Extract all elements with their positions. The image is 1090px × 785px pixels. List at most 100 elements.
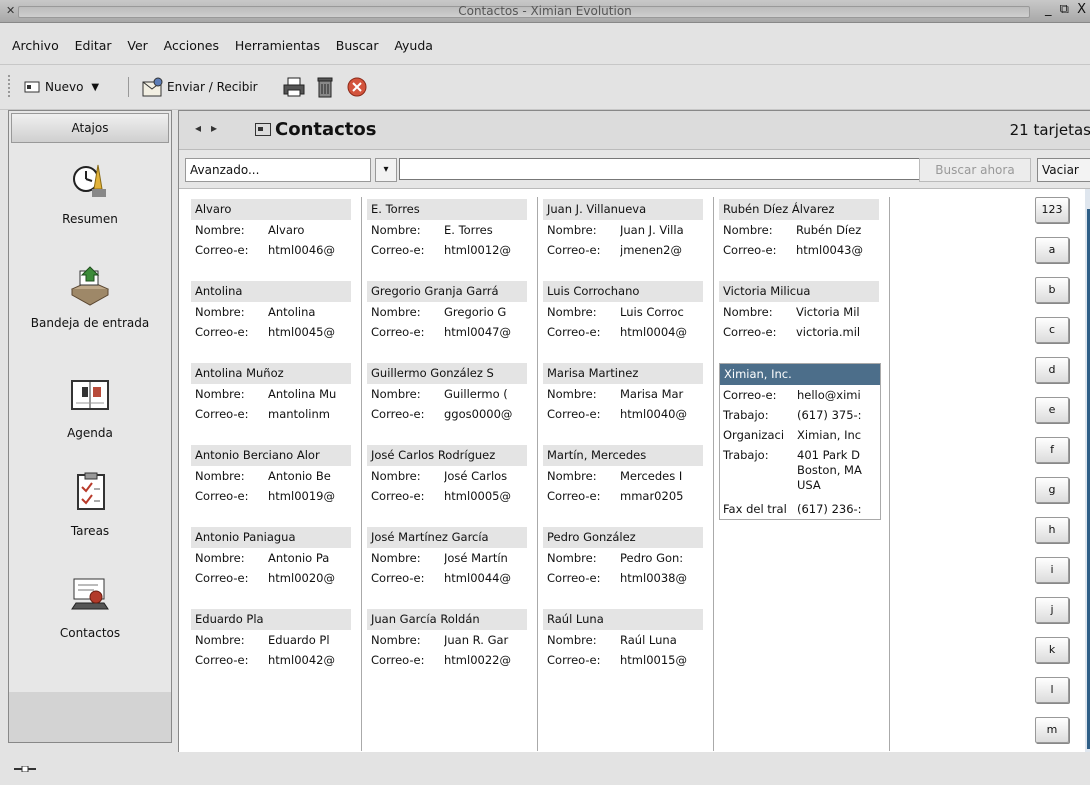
letter-button-k[interactable]: k bbox=[1035, 637, 1069, 663]
contact-card[interactable]: Raúl Luna Nombre: Raúl Luna Correo-e: html00… bbox=[543, 609, 703, 670]
card-title[interactable]: Antolina bbox=[191, 281, 351, 302]
contact-card[interactable]: Eduardo Pla Nombre: Eduardo Pl Correo-e: htm… bbox=[191, 609, 351, 670]
menu-archivo[interactable]: Archivo bbox=[12, 38, 59, 53]
card-title[interactable]: Luis Corrochano bbox=[543, 281, 703, 302]
card-title[interactable]: José Martínez García bbox=[367, 527, 527, 548]
column-divider[interactable] bbox=[889, 197, 890, 751]
contact-card[interactable]: Luis Corrochano Nombre: Luis Corroc Correo-… bbox=[543, 281, 703, 342]
search-mode-select[interactable]: Avanzado... bbox=[185, 158, 371, 182]
email-value[interactable]: html0042@ bbox=[268, 650, 351, 670]
letter-button-b[interactable]: b bbox=[1035, 277, 1069, 303]
letter-button-a[interactable]: a bbox=[1035, 237, 1069, 263]
sidebar-item-resumen[interactable]: Resumen bbox=[9, 159, 171, 226]
search-now-button[interactable]: Buscar ahora bbox=[919, 158, 1031, 182]
card-title[interactable]: Ximian, Inc. bbox=[720, 364, 880, 385]
email-value[interactable]: html0005@ bbox=[444, 486, 527, 506]
email-value[interactable]: html0047@ bbox=[444, 322, 527, 342]
contact-card[interactable]: Pedro González Nombre: Pedro Gon: Correo-e:… bbox=[543, 527, 703, 588]
toolbar-grip[interactable] bbox=[8, 75, 14, 97]
contact-card[interactable]: Victoria Milicua Nombre: Victoria Mil Corre… bbox=[719, 281, 879, 342]
card-list[interactable]: Alvaro Nombre: Alvaro Correo-e: html0046@ Ant… bbox=[179, 189, 1031, 753]
letter-button-j[interactable]: j bbox=[1035, 597, 1069, 623]
email-value[interactable]: html0043@ bbox=[796, 240, 879, 260]
search-input[interactable] bbox=[399, 158, 921, 180]
card-title[interactable]: Guillermo González S bbox=[367, 363, 527, 384]
email-value[interactable]: html0046@ bbox=[268, 240, 351, 260]
contact-card[interactable]: Marisa Martinez Nombre: Marisa Mar Correo-e… bbox=[543, 363, 703, 424]
search-options-button[interactable]: ▾ bbox=[375, 158, 397, 182]
card-title[interactable]: Antonio Paniagua bbox=[191, 527, 351, 548]
menu-ver[interactable]: Ver bbox=[127, 38, 147, 53]
email-value[interactable]: html0040@ bbox=[620, 404, 703, 424]
contact-card[interactable]: José Carlos Rodríguez Nombre: José Carlos C… bbox=[367, 445, 527, 506]
card-title[interactable]: Martín, Mercedes bbox=[543, 445, 703, 466]
contact-card[interactable]: Juan J. Villanueva Nombre: Juan J. Villa Co… bbox=[543, 199, 703, 260]
email-value[interactable]: html0022@ bbox=[444, 650, 527, 670]
menu-herramientas[interactable]: Herramientas bbox=[235, 38, 320, 53]
sidebar-item-inbox[interactable]: Bandeja de entrada bbox=[9, 263, 171, 330]
stop-button[interactable] bbox=[346, 75, 368, 99]
card-title[interactable]: Juan J. Villanueva bbox=[543, 199, 703, 220]
contact-card[interactable]: Guillermo González S Nombre: Guillermo (Co… bbox=[367, 363, 527, 424]
card-title[interactable]: Rubén Díez Álvarez bbox=[719, 199, 879, 220]
contact-card-selected[interactable]: Ximian, Inc. Correo-e: hello@ximi Trabajo: (… bbox=[719, 363, 881, 520]
email-value[interactable]: html0045@ bbox=[268, 322, 351, 342]
contact-card[interactable]: Antolina Nombre: Antolina Correo-e: html0045… bbox=[191, 281, 351, 342]
letter-button-c[interactable]: c bbox=[1035, 317, 1069, 343]
contact-card[interactable]: Juan García Roldán Nombre: Juan R. Gar Corr… bbox=[367, 609, 527, 670]
letter-button-e[interactable]: e bbox=[1035, 397, 1069, 423]
new-button[interactable]: Nuevo ▼ bbox=[24, 75, 99, 99]
delete-button[interactable] bbox=[314, 75, 336, 99]
contact-card[interactable]: Alvaro Nombre: Alvaro Correo-e: html0046@ bbox=[191, 199, 351, 260]
email-value[interactable]: html0038@ bbox=[620, 568, 703, 588]
email-value[interactable]: jmenen2@ bbox=[620, 240, 703, 260]
window-controls[interactable]: _ ⧉ X bbox=[1045, 2, 1088, 17]
contact-card[interactable]: Antolina Muñoz Nombre: Antolina Mu Correo-e… bbox=[191, 363, 351, 424]
email-value[interactable]: html0044@ bbox=[444, 568, 527, 588]
contact-card[interactable]: Rubén Díez Álvarez Nombre: Rubén Díez Corre… bbox=[719, 199, 879, 260]
sidebar-item-tareas[interactable]: Tareas bbox=[9, 471, 171, 538]
card-title[interactable]: Juan García Roldán bbox=[367, 609, 527, 630]
scrollbar[interactable] bbox=[1085, 189, 1090, 753]
email-value[interactable]: hello@ximi bbox=[797, 385, 877, 405]
card-title[interactable]: Pedro González bbox=[543, 527, 703, 548]
card-title[interactable]: Antonio Berciano Alor bbox=[191, 445, 351, 466]
contact-card[interactable]: Antonio Paniagua Nombre: Antonio Pa Correo-… bbox=[191, 527, 351, 588]
email-value[interactable]: ggos0000@ bbox=[444, 404, 527, 424]
clear-button[interactable]: Vaciar bbox=[1037, 158, 1090, 182]
menu-editar[interactable]: Editar bbox=[75, 38, 112, 53]
email-value[interactable]: mantolinm bbox=[268, 404, 351, 424]
menu-buscar[interactable]: Buscar bbox=[336, 38, 379, 53]
contact-card[interactable]: E. Torres Nombre: E. Torres Correo-e: html00… bbox=[367, 199, 527, 260]
card-title[interactable]: Marisa Martinez bbox=[543, 363, 703, 384]
email-value[interactable]: html0004@ bbox=[620, 322, 703, 342]
chevron-down-icon[interactable]: ▼ bbox=[91, 82, 99, 93]
card-title[interactable]: Alvaro bbox=[191, 199, 351, 220]
letter-button-m[interactable]: m bbox=[1035, 717, 1069, 743]
letter-button-i[interactable]: i bbox=[1035, 557, 1069, 583]
card-title[interactable]: José Carlos Rodríguez bbox=[367, 445, 527, 466]
card-title[interactable]: Gregorio Granja Garrá bbox=[367, 281, 527, 302]
email-value[interactable]: html0020@ bbox=[268, 568, 351, 588]
letter-button-f[interactable]: f bbox=[1035, 437, 1069, 463]
print-button[interactable] bbox=[282, 75, 306, 99]
sidebar-header[interactable]: Atajos bbox=[11, 113, 169, 143]
email-value[interactable]: html0012@ bbox=[444, 240, 527, 260]
letter-button-d[interactable]: d bbox=[1035, 357, 1069, 383]
email-value[interactable]: victoria.mil bbox=[796, 322, 879, 342]
email-value[interactable]: mmar0205 bbox=[620, 486, 703, 506]
card-title[interactable]: Eduardo Pla bbox=[191, 609, 351, 630]
letter-button-l[interactable]: l bbox=[1035, 677, 1069, 703]
menu-ayuda[interactable]: Ayuda bbox=[394, 38, 433, 53]
email-value[interactable]: html0015@ bbox=[620, 650, 703, 670]
letter-button-h[interactable]: h bbox=[1035, 517, 1069, 543]
card-title[interactable]: Antolina Muñoz bbox=[191, 363, 351, 384]
menu-acciones[interactable]: Acciones bbox=[164, 38, 219, 53]
contact-card[interactable]: Martín, Mercedes Nombre: Mercedes I Correo-… bbox=[543, 445, 703, 506]
letter-button-g[interactable]: g bbox=[1035, 477, 1069, 503]
send-receive-button[interactable]: Enviar / Recibir bbox=[140, 75, 258, 99]
card-title[interactable]: Raúl Luna bbox=[543, 609, 703, 630]
contact-card[interactable]: Antonio Berciano Alor Nombre: Antonio Be Co… bbox=[191, 445, 351, 506]
card-title[interactable]: Victoria Milicua bbox=[719, 281, 879, 302]
contact-card[interactable]: Gregorio Granja Garrá Nombre: Gregorio G Co… bbox=[367, 281, 527, 342]
